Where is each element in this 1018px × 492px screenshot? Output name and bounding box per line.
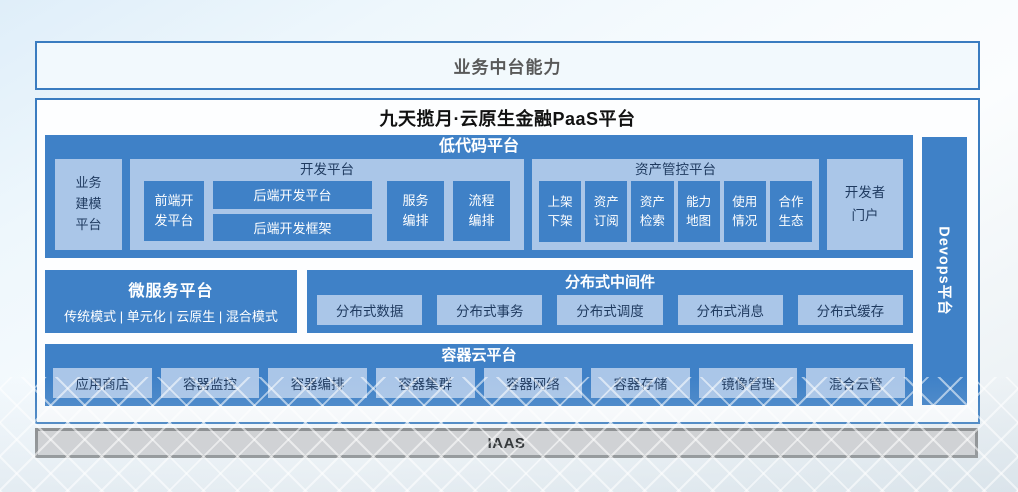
microservice-modes: 传统模式 | 单元化 | 云原生 | 混合模式 <box>45 306 297 325</box>
service-orchestration-box: 服务 编排 <box>387 181 444 241</box>
asset-item-ecosystem: 合作 生态 <box>770 181 812 242</box>
backend-column: 后端开发平台 后端开发框架 <box>213 181 372 241</box>
developer-portal-box: 开发者 门户 <box>827 159 903 250</box>
devops-label: Devops平台 <box>934 226 955 315</box>
asset-item-search: 资产 检索 <box>631 181 673 242</box>
container-item-storage: 容器存储 <box>591 368 690 398</box>
section-container-cloud-platform: 容器云平台 应用商店 容器监控 容器编排 容器集群 容器网络 容器存储 镜像管理… <box>45 344 913 406</box>
frontend-dev-platform-box: 前端开 发平台 <box>144 181 204 241</box>
paas-platform-container: 九天揽月·云原生金融PaaS平台 低代码平台 业务 建模 平台 开发平台 前端开… <box>35 98 980 424</box>
platform-title: 九天揽月·云原生金融PaaS平台 <box>37 105 978 131</box>
asset-item-subscribe: 资产 订阅 <box>585 181 627 242</box>
container-item-image-mgmt: 镜像管理 <box>699 368 798 398</box>
asset-item-shelf: 上架 下架 <box>539 181 581 242</box>
business-modeling-platform-box: 业务 建模 平台 <box>55 159 122 250</box>
middleware-item-data: 分布式数据 <box>317 295 422 325</box>
iaas-label: IAAS <box>488 435 526 452</box>
dev-platform-content: 前端开 发平台 后端开发平台 后端开发框架 服务 编排 流程 编排 <box>130 181 524 250</box>
container-item-app-store: 应用商店 <box>53 368 152 398</box>
asset-item-usage: 使用 情况 <box>724 181 766 242</box>
banner-label: 业务中台能力 <box>454 53 562 78</box>
container-item-monitoring: 容器监控 <box>161 368 260 398</box>
container-item-cluster: 容器集群 <box>376 368 475 398</box>
microservice-title: 微服务平台 <box>45 280 297 304</box>
middleware-content: 分布式数据 分布式事务 分布式调度 分布式消息 分布式缓存 <box>307 295 913 333</box>
middleware-title: 分布式中间件 <box>307 270 913 295</box>
container-item-hybrid-cloud: 混合云管 <box>806 368 905 398</box>
asset-item-capability-map: 能力 地图 <box>678 181 720 242</box>
backend-dev-platform-box: 后端开发平台 <box>213 181 372 209</box>
section-low-code-platform: 低代码平台 业务 建模 平台 开发平台 前端开 发平台 后端开发平台 后端开发框… <box>45 135 913 258</box>
middleware-item-message: 分布式消息 <box>678 295 783 325</box>
asset-control-platform-group: 资产管控平台 上架 下架 资产 订阅 资产 检索 能力 地图 使用 情况 合作 … <box>532 159 819 250</box>
section-microservice-platform: 微服务平台 传统模式 | 单元化 | 云原生 | 混合模式 <box>45 270 297 333</box>
container-item-orchestration: 容器编排 <box>268 368 367 398</box>
middleware-item-transaction: 分布式事务 <box>437 295 542 325</box>
dev-platform-title: 开发平台 <box>130 159 524 181</box>
devops-platform-bar: Devops平台 <box>922 137 967 405</box>
architecture-diagram: 业务中台能力 九天揽月·云原生金融PaaS平台 低代码平台 业务 建模 平台 开… <box>0 0 1018 492</box>
asset-platform-content: 上架 下架 资产 订阅 资产 检索 能力 地图 使用 情况 合作 生态 <box>532 181 819 250</box>
container-cloud-title: 容器云平台 <box>45 344 913 368</box>
backend-dev-framework-box: 后端开发框架 <box>213 214 372 242</box>
section-distributed-middleware: 分布式中间件 分布式数据 分布式事务 分布式调度 分布式消息 分布式缓存 <box>307 270 913 333</box>
container-cloud-content: 应用商店 容器监控 容器编排 容器集群 容器网络 容器存储 镜像管理 混合云管 <box>45 368 913 406</box>
dev-platform-group: 开发平台 前端开 发平台 后端开发平台 后端开发框架 服务 编排 流程 编排 <box>130 159 524 250</box>
business-middle-platform-banner: 业务中台能力 <box>35 41 980 90</box>
iaas-bar: IAAS <box>35 428 978 458</box>
container-item-network: 容器网络 <box>484 368 583 398</box>
asset-platform-title: 资产管控平台 <box>532 159 819 181</box>
low-code-title: 低代码平台 <box>45 135 913 159</box>
process-orchestration-box: 流程 编排 <box>453 181 510 241</box>
middleware-item-cache: 分布式缓存 <box>798 295 903 325</box>
low-code-content: 业务 建模 平台 开发平台 前端开 发平台 后端开发平台 后端开发框架 服务 编… <box>45 159 913 258</box>
middleware-item-scheduling: 分布式调度 <box>557 295 662 325</box>
